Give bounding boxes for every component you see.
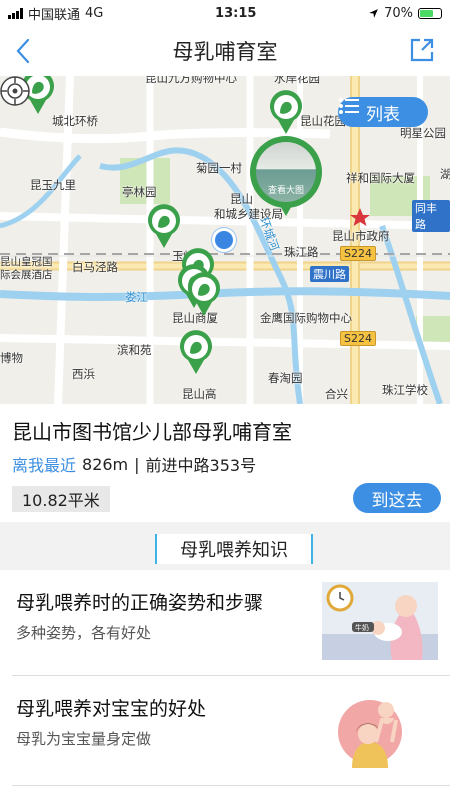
- label-hexing: 合兴: [325, 387, 348, 401]
- label-jinying: 金鹰国际购物中心: [260, 311, 352, 325]
- label-xibin: 西浜: [72, 367, 95, 381]
- highway-badge: S224: [340, 331, 376, 346]
- nursing-room-pin[interactable]: [178, 330, 214, 376]
- label-kunshan-jiufang: 昆山九方购物中心: [145, 76, 237, 85]
- place-info-card[interactable]: 昆山市图书馆少儿部母乳哺育室 离我最近 826m | 前进中路353号 10.8…: [0, 404, 450, 522]
- address: 前进中路353号: [145, 456, 257, 475]
- map-view[interactable]: 昆山九方购物中心 水岸花园 城北环桥 昆山花园 明星公园 菊园一村 亭林园 祥和…: [0, 76, 450, 404]
- back-icon[interactable]: [10, 36, 40, 66]
- road-tongfeng: 同丰路: [412, 200, 450, 232]
- label-mingxing: 明星公园: [400, 126, 446, 140]
- article-subtitle: 多种姿势，各有好处: [16, 624, 152, 642]
- label-shuiyuan: 水岸花园: [274, 76, 320, 85]
- article-item[interactable]: 母乳喂养时的正确姿势和步骤 多种姿势，各有好处 牛奶: [0, 570, 450, 680]
- highway-badge: S224: [340, 246, 376, 261]
- battery-icon: [417, 7, 442, 19]
- nursing-room-pin[interactable]: [186, 272, 222, 318]
- list-button[interactable]: 列表: [338, 97, 428, 127]
- label-binhe: 滨和苑: [117, 343, 152, 357]
- battery-percent: 70%: [384, 5, 413, 21]
- place-meta: 离我最近 826m | 前进中路353号: [12, 452, 256, 476]
- status-bar: 中国联通 4G 13:15 70%: [0, 0, 450, 26]
- label-chengbei: 城北环桥: [52, 114, 98, 128]
- label-loujiang: 娄江: [125, 290, 148, 304]
- nursing-room-pin[interactable]: [146, 204, 182, 250]
- breastfeeding-illustration: 牛奶: [322, 582, 438, 660]
- page-title: 母乳哺育室: [172, 40, 278, 64]
- location-arrow-icon: [369, 8, 378, 18]
- article-subtitle: 母乳为宝宝量身定做: [16, 730, 152, 748]
- label-tinglin: 亭林园: [122, 185, 157, 199]
- label-zhujiang: 珠江路: [284, 245, 319, 259]
- carrier-name: 中国联通: [28, 7, 81, 23]
- label-juyuan: 菊园一村: [196, 161, 242, 175]
- nearest-label: 离我最近: [12, 456, 77, 475]
- label-xianghe: 祥和国际大厦: [346, 171, 415, 185]
- current-location-dot: [212, 228, 236, 252]
- list-icon: [339, 98, 359, 114]
- preview-circle: [250, 136, 322, 208]
- nursing-room-pin[interactable]: [268, 90, 304, 136]
- label-lianhu: 湖滨: [440, 167, 450, 181]
- list-divider: [12, 785, 450, 786]
- view-large-image-label[interactable]: 查看大图: [250, 183, 322, 196]
- section-title: 母乳喂养知识: [155, 534, 313, 564]
- place-name: 昆山市图书馆少儿部母乳哺育室: [12, 420, 292, 444]
- label-kunshan-gao: 昆山高: [182, 387, 217, 401]
- label-chunxu: 春淘园: [268, 371, 303, 385]
- selected-place-preview[interactable]: 查看大图: [250, 136, 322, 224]
- area-tag: 10.82平米: [12, 486, 110, 512]
- nav-bar: 母乳哺育室: [0, 26, 450, 76]
- label-kunshan-jiuli: 昆玉九里: [30, 178, 76, 192]
- status-time: 13:15: [215, 5, 257, 21]
- mother-baby-illustration: [322, 690, 438, 768]
- distance: 826m: [82, 454, 129, 474]
- label-baima: 白马泾路: [72, 260, 118, 274]
- article-thumbnail: [322, 690, 438, 768]
- label-kunshan-huangguan: 昆山皇冠国际会展酒店: [0, 256, 53, 281]
- article-thumbnail: 牛奶: [322, 582, 438, 660]
- list-button-label: 列表: [366, 104, 400, 125]
- share-icon[interactable]: [408, 36, 436, 64]
- preview-tail: [278, 202, 294, 216]
- meta-separator: |: [134, 454, 140, 474]
- status-left: 中国联通 4G: [8, 4, 103, 23]
- label-zhujiang-school: 珠江学校: [382, 383, 428, 397]
- label-kunshan-shizhengfu: 昆山市政府: [332, 229, 390, 243]
- signal-icon: [8, 7, 23, 19]
- article-item[interactable]: 母乳喂养对宝宝的好处 母乳为宝宝量身定做: [0, 676, 450, 786]
- article-title: 母乳喂养时的正确姿势和步骤: [16, 592, 264, 614]
- road-zhenchuan: 震川路: [310, 266, 349, 282]
- locate-me-icon[interactable]: [0, 76, 30, 106]
- knowledge-section-header: 母乳喂养知识: [0, 522, 450, 570]
- status-right: 70%: [368, 6, 442, 21]
- go-here-button[interactable]: 到这去: [353, 483, 441, 513]
- network-type: 4G: [85, 5, 104, 21]
- article-title: 母乳喂养对宝宝的好处: [16, 698, 207, 720]
- label-bowu: 博物: [0, 351, 23, 365]
- thumb-badge: 牛奶: [355, 623, 369, 632]
